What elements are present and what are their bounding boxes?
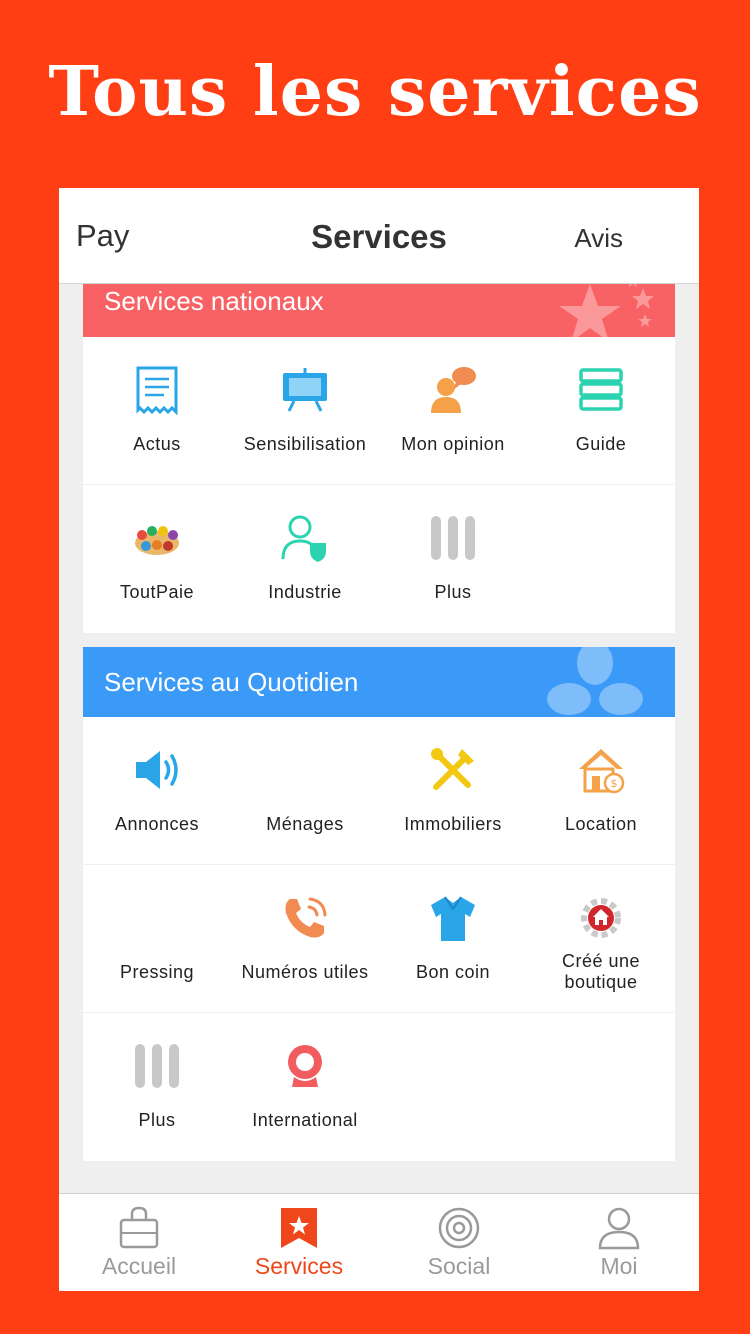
service-label: Industrie — [268, 582, 342, 602]
globe-pin-icon — [288, 1045, 322, 1087]
service-numeros-utiles[interactable]: Numéros utiles — [231, 865, 379, 1013]
grid-row: Actus Sensibilisation Mon opinion Guide — [83, 337, 675, 485]
service-label: Immobiliers — [404, 814, 502, 834]
service-label: Créé une boutique — [561, 951, 641, 992]
tab-bar: Accueil Services Social Moi — [59, 1193, 699, 1291]
service-label: Plus — [434, 582, 472, 602]
service-label: ToutPaie — [119, 582, 195, 602]
service-label: Location — [564, 814, 638, 834]
service-plus-national[interactable]: Plus — [379, 485, 527, 633]
stars-decoration-icon — [559, 284, 654, 337]
service-label: Plus — [138, 1110, 176, 1130]
service-label: Pressing — [119, 962, 195, 982]
person-shield-icon — [281, 515, 326, 562]
service-toutpaie[interactable]: ToutPaie — [83, 485, 231, 633]
service-mon-opinion[interactable]: Mon opinion — [379, 337, 527, 485]
section-title-daily: Services au Quotidien — [104, 667, 359, 697]
tab-label: Moi — [600, 1253, 638, 1279]
bookmark-star-icon — [281, 1208, 317, 1248]
tools-icon — [431, 748, 474, 790]
service-label: Ménages — [266, 814, 344, 834]
tab-label: Social — [427, 1253, 491, 1279]
fan-decoration-icon — [547, 647, 643, 715]
more-bars-icon — [135, 1044, 179, 1088]
service-label: Mon opinion — [401, 434, 505, 454]
section-header-national: Services nationaux — [83, 284, 675, 337]
grid-row: Pressing Numéros utiles Bon coin Créé un… — [83, 865, 675, 1013]
stack-icon — [579, 368, 623, 411]
section-title-national: Services nationaux — [104, 286, 324, 316]
service-actus[interactable]: Actus — [83, 337, 231, 485]
grid-daily: Annonces Ménages Immobiliers $ Location … — [83, 717, 675, 1161]
promo-title: Tous les services — [48, 52, 702, 132]
service-immobiliers[interactable]: Immobiliers — [379, 717, 527, 865]
speech-person-icon — [431, 367, 476, 413]
phone-screen: Pay Services Avis Services nationaux Act… — [59, 188, 699, 1291]
service-sensibilisation[interactable]: Sensibilisation — [231, 337, 379, 485]
service-location[interactable]: $ Location — [527, 717, 675, 865]
service-menages[interactable]: Ménages — [231, 717, 379, 865]
house-money-icon: $ — [579, 749, 625, 794]
service-label: Annonces — [114, 814, 200, 834]
speaker-icon — [136, 751, 178, 789]
avis-nav-button[interactable]: Avis — [574, 223, 623, 254]
section-header-daily: Services au Quotidien — [83, 647, 675, 717]
document-icon — [136, 366, 178, 415]
navigation-bar: Pay Services Avis — [59, 188, 699, 284]
service-label: Bon coin — [415, 962, 491, 982]
presentation-board-icon — [283, 368, 327, 412]
bag-icon — [119, 1206, 159, 1249]
tab-accueil[interactable]: Accueil — [59, 1194, 219, 1291]
grid-row: Annonces Ménages Immobiliers $ Location — [83, 717, 675, 865]
service-label: Sensibilisation — [243, 434, 367, 454]
service-guide[interactable]: Guide — [527, 337, 675, 485]
service-pressing[interactable]: Pressing — [83, 865, 231, 1013]
grid-row: Plus International — [83, 1013, 675, 1161]
service-cree-une-boutique[interactable]: Créé une boutique — [527, 865, 675, 1013]
crowd-icon — [135, 526, 179, 555]
service-label: Guide — [575, 434, 627, 454]
service-annonces[interactable]: Annonces — [83, 717, 231, 865]
service-industrie[interactable]: Industrie — [231, 485, 379, 633]
service-label: International — [252, 1110, 358, 1130]
service-plus-daily[interactable]: Plus — [83, 1013, 231, 1161]
service-label: Numéros utiles — [241, 962, 369, 982]
tab-services[interactable]: Services — [219, 1194, 379, 1291]
service-bon-coin[interactable]: Bon coin — [379, 865, 527, 1013]
service-international[interactable]: International — [231, 1013, 379, 1161]
grid-national: Actus Sensibilisation Mon opinion Guide … — [83, 337, 675, 633]
grid-row: ToutPaie Industrie Plus — [83, 485, 675, 633]
shop-gear-icon — [581, 898, 621, 938]
target-icon — [438, 1207, 480, 1249]
user-icon — [598, 1207, 640, 1250]
service-label: Actus — [133, 434, 181, 454]
tab-label: Accueil — [101, 1253, 177, 1279]
tab-label: Services — [254, 1253, 344, 1279]
tab-moi[interactable]: Moi — [539, 1194, 699, 1291]
tab-social[interactable]: Social — [379, 1194, 539, 1291]
more-bars-icon — [431, 516, 475, 560]
svg-text:$: $ — [611, 777, 618, 790]
phone-ring-icon — [285, 897, 327, 938]
tshirt-icon — [431, 896, 475, 941]
